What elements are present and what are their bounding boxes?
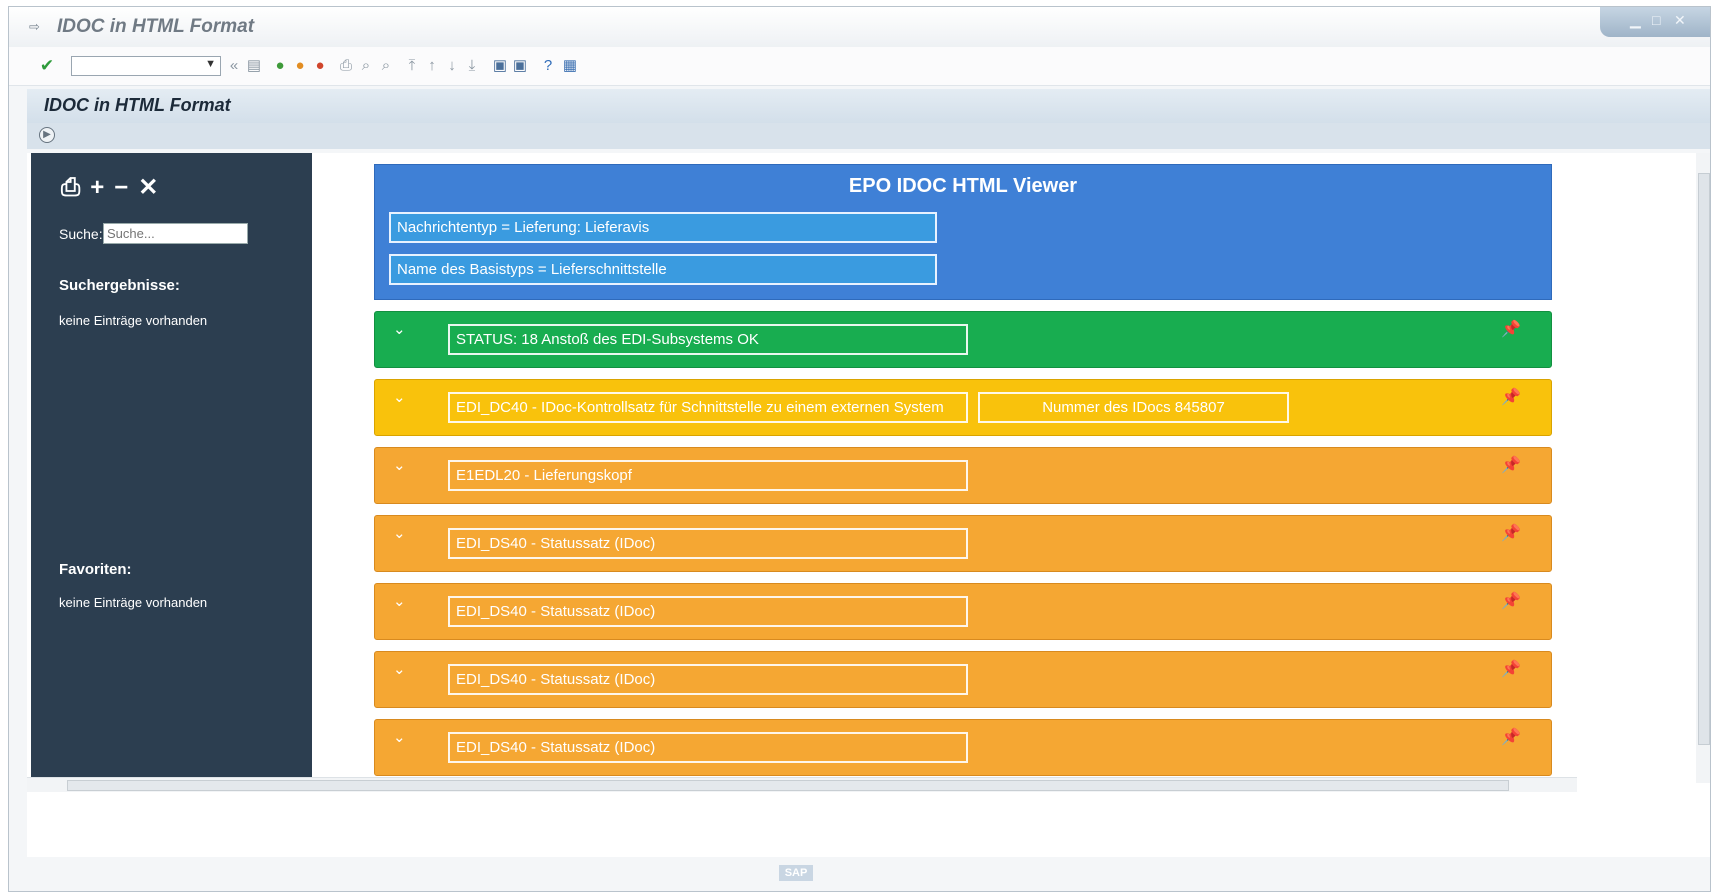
status-bar: SAP — [9, 857, 1710, 891]
pin-icon[interactable]: 📌 — [1501, 319, 1521, 339]
execute-icon[interactable]: ▶ — [39, 127, 55, 143]
favorites-empty: keine Einträge vorhanden — [59, 595, 208, 610]
exit-icon[interactable]: ● — [291, 56, 309, 76]
find-next-icon[interactable]: ⌕ — [377, 56, 395, 76]
scroll-thumb[interactable] — [67, 780, 1509, 791]
vertical-scrollbar[interactable] — [1696, 153, 1710, 783]
print-icon[interactable]: ⎙ — [61, 174, 84, 202]
system-toolbar: ✔ ▼ « ▤ ● ● ● ⎙ ⌕ ⌕ ⤒ ↑ ↓ ⤓ ▣ ▣ ? ▦ — [9, 47, 1710, 86]
segment-label: EDI_DS40 - Statussatz (IDoc) — [448, 596, 968, 627]
search-results-heading: Suchergebnisse: — [59, 277, 180, 294]
close-icon[interactable]: ✕ — [1674, 12, 1686, 29]
chevron-down-icon[interactable]: ⌄ — [393, 320, 406, 338]
back-icon[interactable]: ● — [271, 56, 289, 76]
history-back-icon[interactable]: « — [227, 56, 241, 76]
help-icon[interactable]: ? — [539, 56, 557, 76]
window-title: IDOC in HTML Format — [57, 16, 255, 37]
search-results-empty: keine Einträge vorhanden — [59, 313, 208, 328]
segment-label: EDI_DS40 - Statussatz (IDoc) — [448, 664, 968, 695]
segment-label: E1EDL20 - Lieferungskopf — [448, 460, 968, 491]
idoc-number-field: Nummer des IDocs 845807 — [978, 392, 1289, 423]
pin-icon[interactable]: 📌 — [1501, 387, 1521, 407]
horizontal-scrollbar[interactable] — [27, 777, 1577, 792]
chevron-down-icon[interactable]: ⌄ — [393, 456, 406, 474]
pin-icon[interactable]: 📌 — [1501, 591, 1521, 611]
next-page-icon[interactable]: ↓ — [443, 56, 461, 76]
search-input[interactable] — [103, 223, 248, 244]
page-title: IDOC in HTML Format — [44, 95, 231, 115]
sidebar-tools: ⎙ + − ✕ — [61, 173, 168, 202]
chevron-down-icon[interactable]: ⌄ — [393, 524, 406, 542]
segment-e1edl20[interactable]: ⌄ E1EDL20 - Lieferungskopf 📌 — [374, 447, 1552, 504]
application-toolbar: ▶ — [27, 123, 1710, 149]
last-page-icon[interactable]: ⤓ — [463, 56, 481, 76]
close-icon[interactable]: ✕ — [138, 173, 162, 202]
minimize-icon[interactable]: ▁ — [1630, 12, 1641, 29]
collapse-all-icon[interactable]: − — [114, 174, 132, 202]
html-viewer-area: ⎙+−✕ Suche: Suchergebnisse: keine Einträ… — [27, 153, 1710, 857]
pin-icon[interactable]: 📌 — [1501, 727, 1521, 747]
segment-label: EDI_DC40 - IDoc-Kontrollsatz für Schnitt… — [448, 392, 968, 423]
save-icon[interactable]: ▤ — [245, 56, 263, 76]
segment-edi-ds40[interactable]: ⌄ EDI_DS40 - Statussatz (IDoc) 📌 — [374, 583, 1552, 640]
chevron-down-icon[interactable]: ⌄ — [393, 728, 406, 746]
command-field[interactable]: ▼ — [71, 56, 221, 76]
pin-icon[interactable]: 📌 — [1501, 659, 1521, 679]
chevron-down-icon[interactable]: ⌄ — [393, 388, 406, 406]
cancel-icon[interactable]: ● — [311, 56, 329, 76]
segment-label: EDI_DS40 - Statussatz (IDoc) — [448, 732, 968, 763]
transaction-icon: ⇨ — [29, 19, 40, 34]
viewer-title: EPO IDOC HTML Viewer — [848, 175, 1078, 197]
print-icon[interactable]: ⎙ — [337, 56, 355, 76]
scroll-thumb[interactable] — [1698, 173, 1710, 745]
search-label: Suche: — [59, 226, 103, 242]
chevron-down-icon[interactable]: ⌄ — [393, 592, 406, 610]
sap-window: ⇨ IDOC in HTML Format ▁ □ ✕ ✔ ▼ « ▤ ● ● … — [8, 6, 1711, 892]
window-controls: ▁ □ ✕ — [1600, 7, 1710, 37]
basic-type-field: Name des Basistyps = Lieferschnittstelle — [389, 254, 937, 285]
customize-layout-icon[interactable]: ▦ — [561, 56, 579, 76]
sap-logo: SAP — [779, 865, 813, 881]
segment-label: STATUS: 18 Anstoß des EDI-Subsystems OK — [448, 324, 968, 355]
previous-page-icon[interactable]: ↑ — [423, 56, 441, 76]
chevron-down-icon[interactable]: ▼ — [205, 58, 216, 70]
message-type-field: Nachrichtentyp = Lieferung: Lieferavis — [389, 212, 937, 243]
chevron-down-icon[interactable]: ⌄ — [393, 660, 406, 678]
viewer-header: EPO IDOC HTML Viewer Nachrichtentyp = Li… — [374, 164, 1552, 300]
expand-all-icon[interactable]: + — [90, 174, 108, 202]
app-title-bar: IDOC in HTML Format — [27, 89, 1710, 123]
segment-label: EDI_DS40 - Statussatz (IDoc) — [448, 528, 968, 559]
segment-edi-dc40[interactable]: ⌄ EDI_DC40 - IDoc-Kontrollsatz für Schni… — [374, 379, 1552, 436]
sidebar: ⎙+−✕ Suche: Suchergebnisse: keine Einträ… — [31, 153, 312, 778]
pin-icon[interactable]: 📌 — [1501, 523, 1521, 543]
segment-edi-ds40[interactable]: ⌄ EDI_DS40 - Statussatz (IDoc) 📌 — [374, 651, 1552, 708]
pin-icon[interactable]: 📌 — [1501, 455, 1521, 475]
title-bar: ⇨ IDOC in HTML Format ▁ □ ✕ — [9, 7, 1710, 47]
segment-status[interactable]: ⌄ STATUS: 18 Anstoß des EDI-Subsystems O… — [374, 311, 1552, 368]
shortcut-icon[interactable]: ▣ — [511, 56, 529, 76]
maximize-icon[interactable]: □ — [1652, 12, 1660, 28]
first-page-icon[interactable]: ⤒ — [403, 56, 421, 76]
enter-icon[interactable]: ✔ — [37, 56, 57, 76]
favorites-heading: Favoriten: — [59, 561, 132, 578]
segment-edi-ds40[interactable]: ⌄ EDI_DS40 - Statussatz (IDoc) 📌 — [374, 719, 1552, 776]
new-session-icon[interactable]: ▣ — [491, 56, 509, 76]
find-icon[interactable]: ⌕ — [357, 56, 375, 76]
segment-edi-ds40[interactable]: ⌄ EDI_DS40 - Statussatz (IDoc) 📌 — [374, 515, 1552, 572]
